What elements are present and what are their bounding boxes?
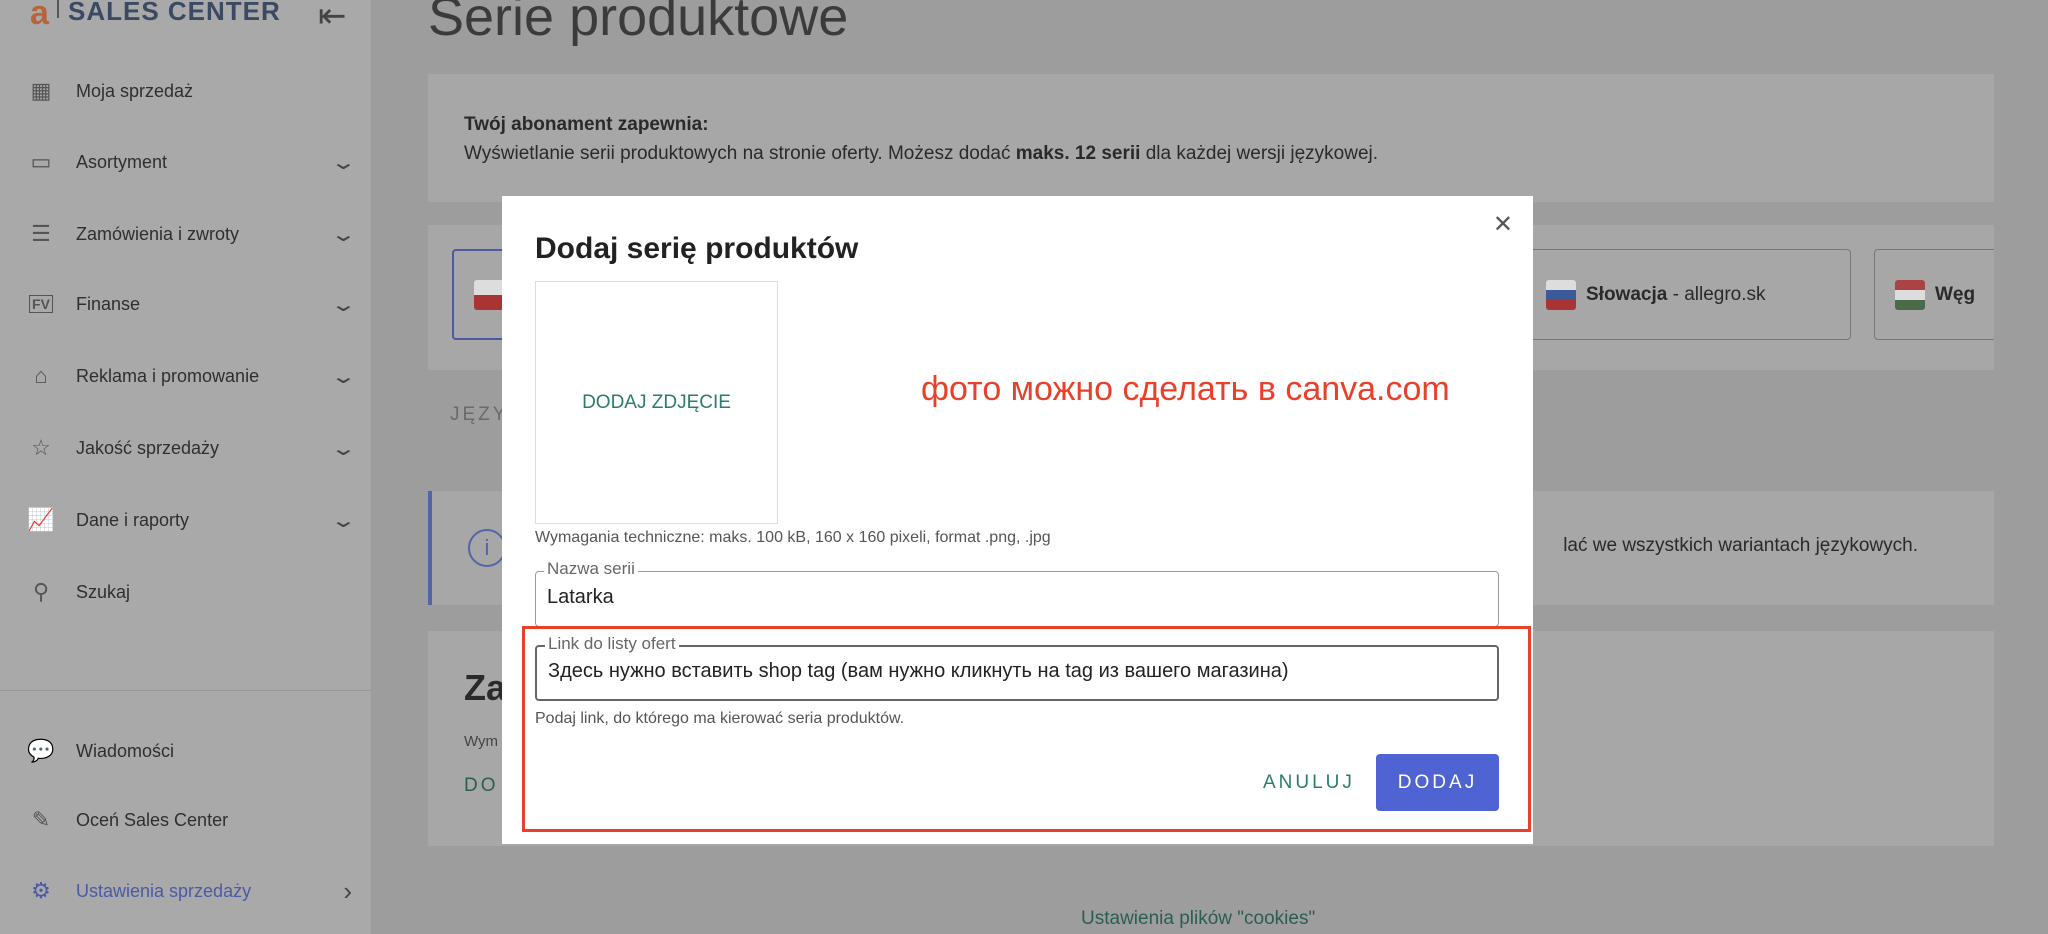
section-subtext: Wym xyxy=(464,733,499,750)
subscription-text: Wyświetlanie serii produktowych na stron… xyxy=(464,143,1379,164)
sidebar: a SALES CENTER ⇤ ▦ Moja sprzedaż ▭ Asortym… xyxy=(0,0,372,934)
chevron-right-icon: › xyxy=(343,875,352,906)
cancel-button[interactable]: ANULUJ xyxy=(1263,772,1355,794)
page-title: Serie produktowe xyxy=(428,0,849,47)
sidebar-item-label: Zamówienia i zwroty xyxy=(76,223,240,244)
sidebar-item-label: Moja sprzedaż xyxy=(76,80,194,101)
sidebar-item-ustawienia[interactable]: ⚙ Ustawienia sprzedaży › xyxy=(0,866,372,916)
link-helper-text: Podaj link, do którego ma kierować seria… xyxy=(535,710,905,727)
submit-button[interactable]: DODAJ xyxy=(1376,754,1499,811)
add-photo-label: DODAJ ZDJĘCIE xyxy=(582,391,731,413)
box-icon: ▭ xyxy=(30,149,52,174)
chevron-down-icon: ⌄ xyxy=(330,293,358,316)
sidebar-item-label: Asortyment xyxy=(76,151,168,172)
chevron-down-icon: ⌄ xyxy=(330,437,358,460)
offer-list-link-label: Link do listy ofert xyxy=(545,634,679,654)
chevron-down-icon: ⌄ xyxy=(330,223,358,246)
offer-list-link-field[interactable]: Link do listy ofert Здесь нужно вставить… xyxy=(535,634,1499,701)
sidebar-item-label: Dane i raporty xyxy=(76,509,190,530)
app-title: SALES CENTER xyxy=(68,0,281,26)
collapse-sidebar-icon[interactable]: ⇤ xyxy=(318,0,347,36)
close-icon[interactable]: ✕ xyxy=(1493,210,1513,239)
grid-icon: ▦ xyxy=(30,78,52,103)
sidebar-item-ocen[interactable]: ✎ Oceń Sales Center xyxy=(0,795,372,845)
subscription-panel: Twój abonament zapewnia: Wyświetlanie se… xyxy=(428,74,1994,202)
tag-icon: ⌂ xyxy=(34,363,48,388)
add-photo-button[interactable]: DODAJ ZDJĘCIE xyxy=(535,281,778,524)
add-series-modal: Dodaj serię produktów ✕ DODAJ ZDJĘCIE фо… xyxy=(502,196,1533,844)
invoice-icon: FV xyxy=(29,295,53,313)
photo-requirements: Wymagania techniczne: maks. 100 kB, 160 … xyxy=(535,529,1051,546)
sidebar-item-label: Wiadomości xyxy=(76,740,175,761)
search-icon: ⚲ xyxy=(32,579,50,604)
chevron-down-icon: ⌄ xyxy=(330,509,358,532)
chevron-down-icon: ⌄ xyxy=(330,365,358,388)
offer-list-link-value[interactable]: Здесь нужно вставить shop tag (вам нужно… xyxy=(548,660,1289,683)
info-text: lać we wszystkich wariantach językowych. xyxy=(1563,535,1918,556)
star-icon: ☆ xyxy=(31,435,51,460)
sidebar-item-zamowienia[interactable]: ☰ Zamówienia i zwroty ⌄ xyxy=(0,209,372,259)
sidebar-item-asortyment[interactable]: ▭ Asortyment ⌄ xyxy=(0,137,372,187)
sidebar-item-dane[interactable]: 📈 Dane i raporty ⌄ xyxy=(0,495,372,545)
sidebar-item-label: Reklama i promowanie xyxy=(76,365,260,386)
sidebar-item-label: Oceń Sales Center xyxy=(76,809,229,830)
section-heading: Za xyxy=(464,667,507,708)
sidebar-item-label: Szukaj xyxy=(76,581,131,602)
sidebar-item-label: Finanse xyxy=(76,293,141,314)
sidebar-item-moja-sprzedaz[interactable]: ▦ Moja sprzedaż xyxy=(0,66,372,116)
gear-icon: ⚙ xyxy=(31,878,51,903)
modal-title: Dodaj serię produktów xyxy=(535,232,859,265)
hungary-flag-icon xyxy=(1895,279,1925,310)
poland-flag-icon xyxy=(474,279,504,310)
chat-icon: 💬 xyxy=(27,738,55,763)
sidebar-item-wiadomosci[interactable]: 💬 Wiadomości xyxy=(0,726,372,776)
series-name-field[interactable]: Nazwa serii Latarka xyxy=(535,559,1499,627)
sidebar-item-label: Jakość sprzedaży xyxy=(76,437,220,458)
sidebar-item-jakosc[interactable]: ☆ Jakość sprzedaży ⌄ xyxy=(0,423,372,473)
cookies-settings-link[interactable]: Ustawienia plików "cookies" xyxy=(1081,908,1315,930)
sidebar-item-reklama[interactable]: ⌂ Reklama i promowanie ⌄ xyxy=(0,351,372,401)
annotation-text: фото можно сделать в canva.com xyxy=(921,370,1450,408)
chevron-down-icon: ⌄ xyxy=(330,151,358,174)
sidebar-item-szukaj[interactable]: ⚲ Szukaj xyxy=(0,567,372,617)
tab-hungary[interactable]: Węg xyxy=(1874,249,1994,340)
language-label: JĘZY xyxy=(450,404,509,425)
edit-icon: ✎ xyxy=(31,807,51,832)
sidebar-item-label: Ustawienia sprzedaży xyxy=(76,880,252,901)
series-name-value[interactable]: Latarka xyxy=(547,586,614,609)
logo-divider xyxy=(57,0,59,18)
info-icon: i xyxy=(468,529,506,567)
tab-slovakia[interactable]: Słowacja - allegro.sk xyxy=(1525,249,1851,340)
receipt-icon: ☰ xyxy=(31,221,51,246)
series-name-label: Nazwa serii xyxy=(544,559,638,579)
chart-icon: 📈 xyxy=(27,507,55,532)
subscription-heading: Twój abonament zapewnia: xyxy=(464,114,709,135)
slovakia-flag-icon xyxy=(1546,279,1576,310)
add-series-link[interactable]: DO xyxy=(464,775,499,797)
sidebar-item-finanse[interactable]: FV Finanse ⌄ xyxy=(0,279,372,329)
allegro-logo: a xyxy=(30,0,49,32)
sidebar-divider xyxy=(0,690,372,691)
